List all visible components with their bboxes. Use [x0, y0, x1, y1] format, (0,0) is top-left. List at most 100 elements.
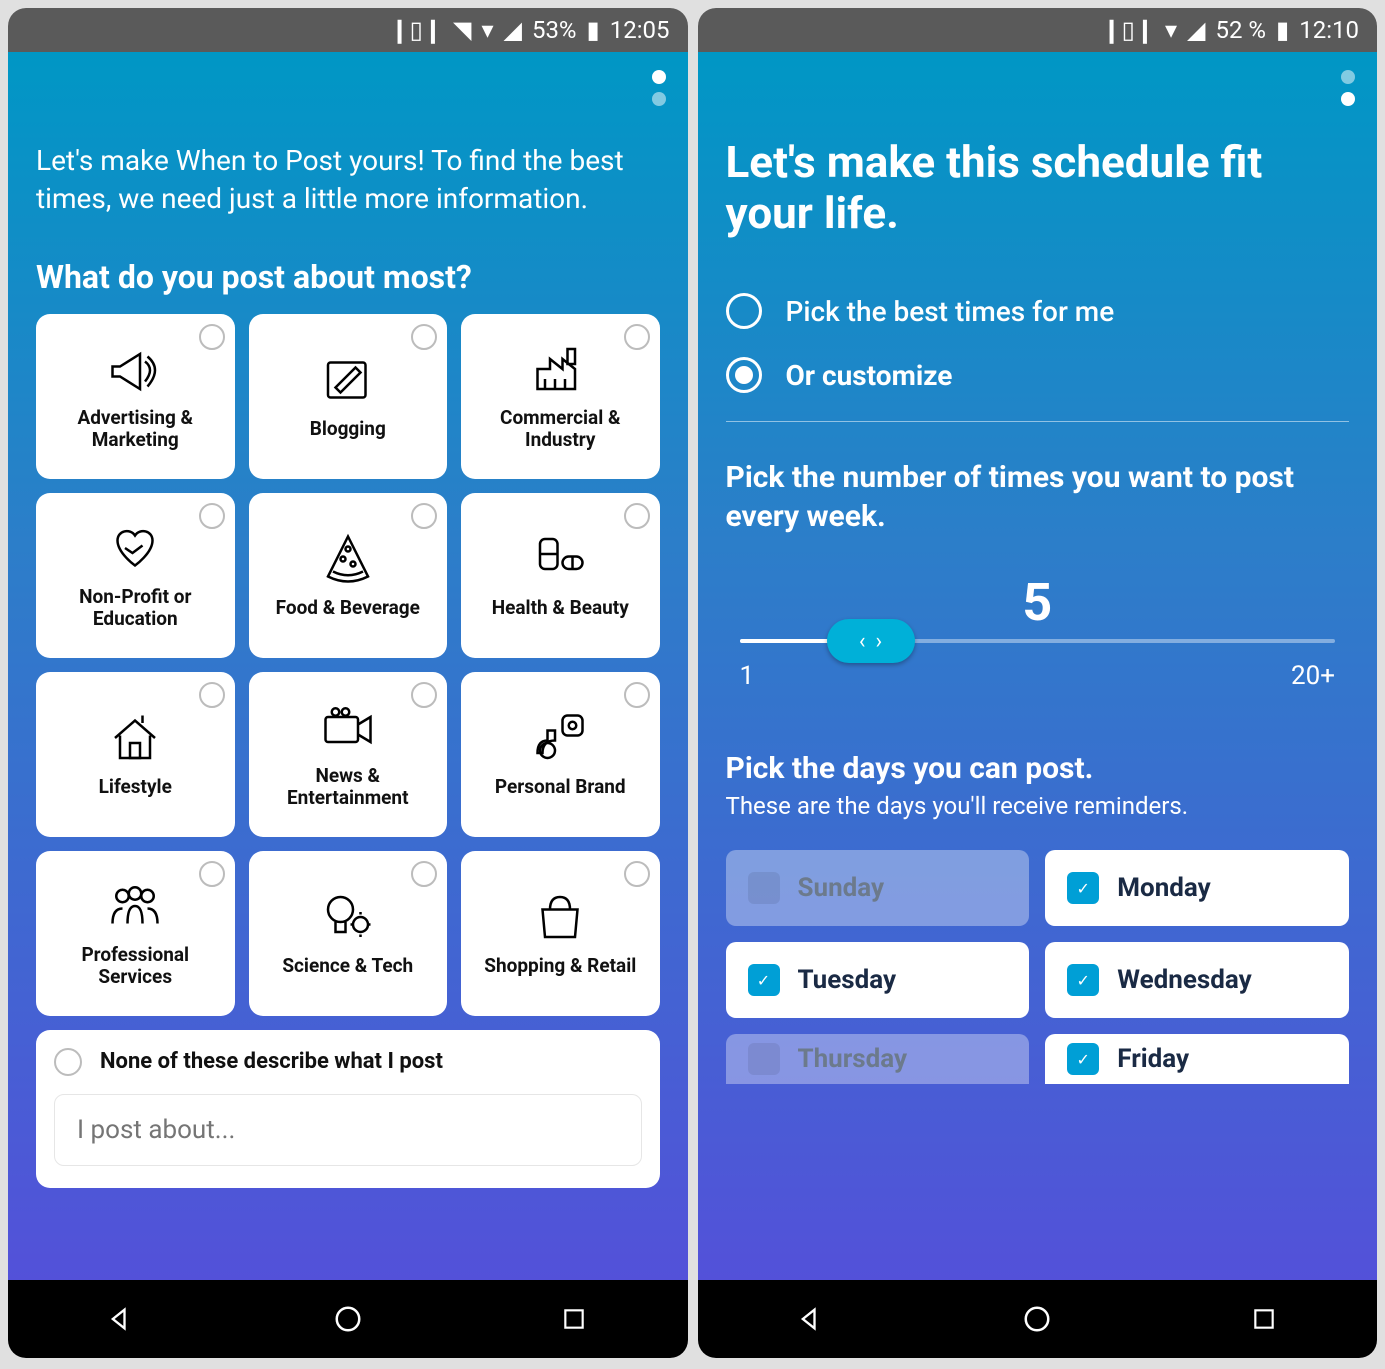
- onboarding-topics-screen: Let's make When to Post yours! To find t…: [8, 52, 688, 1280]
- battery-icon: ▮: [1276, 16, 1289, 44]
- battery-icon: ▮: [587, 16, 600, 44]
- option-custom[interactable]: Or customize: [726, 357, 1350, 393]
- category-card-megaphone[interactable]: Advertising & Marketing: [36, 314, 235, 479]
- category-radio[interactable]: [199, 324, 225, 350]
- category-card-handshake-heart[interactable]: Non-Profit or Education: [36, 493, 235, 658]
- divider: [726, 421, 1350, 422]
- day-checkbox[interactable]: ✓: [1067, 1043, 1099, 1075]
- clock-text: 12:05: [610, 16, 670, 44]
- back-button[interactable]: [103, 1301, 139, 1337]
- wifi-icon: ▾: [1165, 16, 1177, 44]
- status-bar: ❙▯❙ ◥ ▾ ◢ 53% ▮ 12:05: [8, 8, 688, 52]
- radio-auto[interactable]: [726, 293, 762, 329]
- chevron-right-icon: ›: [876, 629, 883, 654]
- category-label: Shopping & Retail: [484, 955, 636, 977]
- category-radio[interactable]: [199, 861, 225, 887]
- category-radio[interactable]: [411, 503, 437, 529]
- clock-text: 12:10: [1299, 16, 1359, 44]
- day-label: Thursday: [798, 1044, 908, 1074]
- slider-value: 5: [740, 572, 1336, 633]
- days-grid: Sunday ✓ Monday ✓ Tuesday ✓ Wednesday Thursday ✓…: [726, 850, 1350, 1084]
- category-grid: Advertising & Marketing BloggingCommercia…: [36, 314, 660, 1016]
- none-label: None of these describe what I post: [100, 1049, 443, 1074]
- category-radio[interactable]: [199, 503, 225, 529]
- category-label: Professional Services: [44, 944, 227, 988]
- category-radio[interactable]: [624, 861, 650, 887]
- category-radio[interactable]: [624, 682, 650, 708]
- day-label: Wednesday: [1117, 965, 1251, 995]
- day-checkbox[interactable]: ✓: [1067, 872, 1099, 904]
- category-card-pencil-square[interactable]: Blogging: [249, 314, 448, 479]
- phone-right: ❙▯❙ ▾ ◢ 52 % ▮ 12:10 Let's make this sch…: [698, 8, 1378, 1358]
- category-card-people[interactable]: Professional Services: [36, 851, 235, 1016]
- home-button[interactable]: [330, 1301, 366, 1337]
- category-label: News & Entertainment: [257, 765, 440, 809]
- slider-thumb[interactable]: ‹ ›: [827, 619, 915, 663]
- category-label: Advertising & Marketing: [44, 407, 227, 451]
- signal-icon: ◢: [503, 16, 521, 44]
- day-checkbox[interactable]: ✓: [1067, 964, 1099, 996]
- none-card[interactable]: None of these describe what I post: [36, 1030, 660, 1188]
- category-radio[interactable]: [411, 682, 437, 708]
- android-navbar: [698, 1280, 1378, 1358]
- day-checkbox[interactable]: [748, 1043, 780, 1075]
- day-thursday[interactable]: Thursday: [726, 1034, 1030, 1084]
- back-button[interactable]: [793, 1301, 829, 1337]
- chevron-left-icon: ‹: [859, 629, 866, 654]
- day-checkbox[interactable]: [748, 872, 780, 904]
- day-friday[interactable]: ✓Friday: [1045, 1034, 1349, 1084]
- category-card-factory[interactable]: Commercial & Industry: [461, 314, 660, 479]
- category-card-bulb-gear[interactable]: Science & Tech: [249, 851, 448, 1016]
- page-indicator: [652, 70, 666, 106]
- page-indicator: [1341, 70, 1355, 106]
- schedule-screen: Let's make this schedule fit your life. …: [698, 52, 1378, 1280]
- day-monday[interactable]: ✓ Monday: [1045, 850, 1349, 926]
- option-custom-label: Or customize: [786, 359, 953, 392]
- factory-icon: [530, 342, 590, 397]
- vibrate-icon: ❙▯❙: [1102, 16, 1155, 44]
- category-radio[interactable]: [199, 682, 225, 708]
- pills-icon: [530, 532, 590, 587]
- category-card-house[interactable]: Lifestyle: [36, 672, 235, 837]
- none-radio[interactable]: [54, 1048, 82, 1076]
- category-card-camera[interactable]: News & Entertainment: [249, 672, 448, 837]
- post-count-slider[interactable]: 5 ‹ › 1 20+: [740, 572, 1336, 691]
- category-card-bag[interactable]: Shopping & Retail: [461, 851, 660, 1016]
- day-checkbox[interactable]: ✓: [748, 964, 780, 996]
- category-radio[interactable]: [624, 503, 650, 529]
- slider-min: 1: [740, 661, 755, 691]
- slider-track[interactable]: ‹ ›: [740, 639, 1336, 643]
- day-tuesday[interactable]: ✓ Tuesday: [726, 942, 1030, 1018]
- bulb-gear-icon: [318, 890, 378, 945]
- category-radio[interactable]: [411, 324, 437, 350]
- category-radio[interactable]: [411, 861, 437, 887]
- page-dot-1: [652, 70, 666, 84]
- house-icon: [105, 711, 165, 766]
- page-dot-2: [1341, 92, 1355, 106]
- category-card-social[interactable]: Personal Brand: [461, 672, 660, 837]
- day-label: Tuesday: [798, 965, 897, 995]
- category-label: Non-Profit or Education: [44, 586, 227, 630]
- handshake-heart-icon: [105, 521, 165, 576]
- battery-text: 53%: [532, 16, 577, 44]
- category-card-pizza[interactable]: Food & Beverage: [249, 493, 448, 658]
- category-radio[interactable]: [624, 324, 650, 350]
- option-auto[interactable]: Pick the best times for me: [726, 293, 1350, 329]
- android-navbar: [8, 1280, 688, 1358]
- category-label: Science & Tech: [282, 955, 413, 977]
- day-sunday[interactable]: Sunday: [726, 850, 1030, 926]
- category-card-pills[interactable]: Health & Beauty: [461, 493, 660, 658]
- days-caption: These are the days you'll receive remind…: [726, 792, 1350, 820]
- recent-button[interactable]: [556, 1301, 592, 1337]
- topics-question: What do you post about most?: [36, 258, 660, 296]
- phone-left: ❙▯❙ ◥ ▾ ◢ 53% ▮ 12:05 Let's make When to…: [8, 8, 688, 1358]
- category-label: Lifestyle: [99, 776, 172, 798]
- custom-topic-input[interactable]: [54, 1094, 642, 1166]
- home-button[interactable]: [1019, 1301, 1055, 1337]
- day-wednesday[interactable]: ✓ Wednesday: [1045, 942, 1349, 1018]
- radio-custom[interactable]: [726, 357, 762, 393]
- camera-icon: [318, 700, 378, 755]
- recent-button[interactable]: [1246, 1301, 1282, 1337]
- pencil-square-icon: [318, 353, 378, 408]
- day-label: Monday: [1117, 873, 1210, 903]
